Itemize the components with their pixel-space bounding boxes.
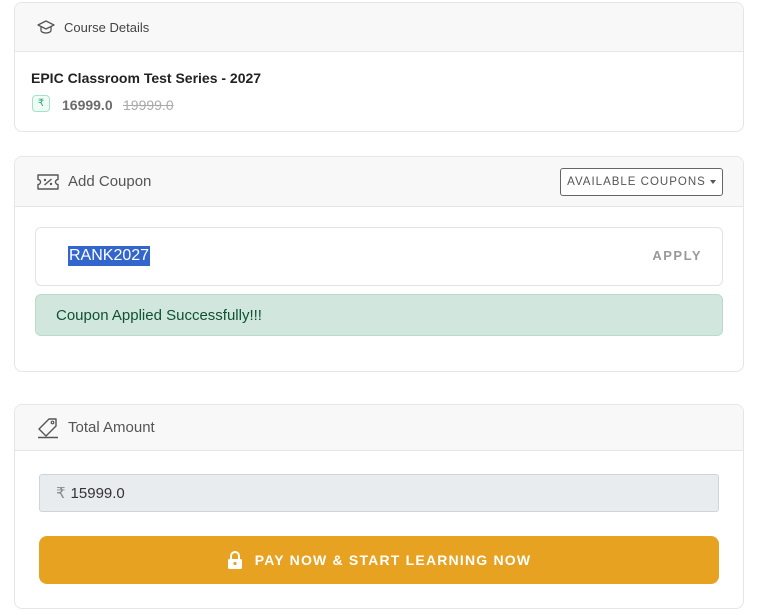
total-amount-header: Total Amount [15,405,743,451]
lock-icon [227,550,243,570]
course-details-header: Course Details [15,3,743,52]
coupon-code-value[interactable]: RANK2027 [68,246,151,266]
rupee-icon: ₹ [32,95,50,112]
coupon-success-alert: Coupon Applied Successfully!!! [35,294,723,336]
coupon-input-field[interactable]: RANK2027 APPLY [35,227,723,286]
total-amount-title: Total Amount [68,419,155,436]
caret-down-icon [709,180,716,184]
pay-now-label: PAY NOW & START LEARNING NOW [254,552,532,568]
course-details-card: Course Details EPIC Classroom Test Serie… [14,2,744,132]
rupee-symbol: ₹ [56,485,66,502]
course-details-title: Course Details [64,19,150,35]
course-original-price: 19999.0 [123,97,174,113]
course-price: 16999.0 [62,97,113,113]
course-name: EPIC Classroom Test Series - 2027 [31,70,262,86]
graduation-cap-icon [37,19,55,35]
add-coupon-card: Add Coupon AVAILABLE COUPONS RANK2027 AP… [14,156,744,372]
tag-icon [36,417,60,439]
add-coupon-header: Add Coupon AVAILABLE COUPONS [15,157,743,207]
available-coupons-label: AVAILABLE COUPONS [567,176,706,188]
available-coupons-button[interactable]: AVAILABLE COUPONS [560,168,723,196]
pay-now-button[interactable]: PAY NOW & START LEARNING NOW [39,536,719,584]
total-amount-card: Total Amount ₹ 15999.0 PAY NOW & START L… [14,404,744,609]
total-amount-value: 15999.0 [70,484,125,502]
total-amount-field: ₹ 15999.0 [39,474,719,512]
ticket-percent-icon [36,173,60,191]
apply-coupon-button[interactable]: APPLY [652,248,702,263]
add-coupon-title: Add Coupon [68,173,152,190]
